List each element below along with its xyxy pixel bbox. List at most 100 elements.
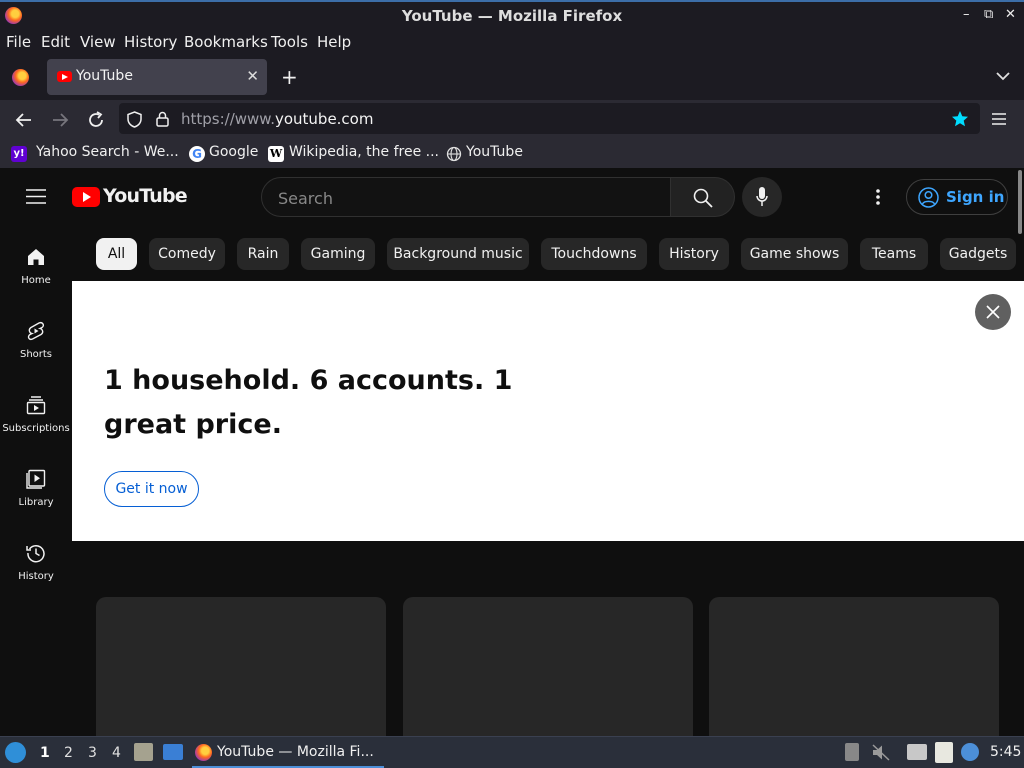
menu-edit[interactable]: Edit [41, 33, 70, 51]
window-titlebar: YouTube — Mozilla Firefox – ⧉ ✕ [0, 0, 1024, 29]
app-menu-icon[interactable] [992, 113, 1006, 125]
sidebar-item-subscriptions[interactable]: Subscriptions [0, 395, 72, 434]
close-tab-icon[interactable]: ✕ [246, 67, 259, 85]
tab-strip: YouTube ✕ + [0, 55, 1024, 100]
globe-icon [446, 146, 462, 162]
chip-comedy[interactable]: Comedy [149, 238, 225, 270]
chip-background-music[interactable]: Background music [387, 238, 529, 270]
clock[interactable]: 5:45 [990, 744, 1021, 760]
network-icon[interactable] [907, 744, 927, 760]
settings-kebab-icon[interactable] [875, 188, 881, 206]
sidebar-label-shorts: Shorts [19, 349, 53, 360]
list-tabs-chevron-icon[interactable] [996, 72, 1010, 81]
new-tab-icon[interactable]: + [281, 65, 298, 89]
workspace-1[interactable]: 1 [40, 745, 50, 761]
file-manager-icon[interactable] [134, 743, 153, 761]
show-desktop-icon[interactable] [163, 744, 183, 760]
google-favicon-icon: G [189, 146, 205, 162]
subscriptions-icon [26, 396, 46, 415]
url-bar[interactable]: https://www.youtube.com [119, 103, 980, 134]
task-firefox-window[interactable]: YouTube — Mozilla Fi... [192, 739, 384, 768]
chip-all[interactable]: All [96, 238, 137, 270]
back-icon[interactable] [15, 112, 33, 128]
menu-help[interactable]: Help [317, 33, 351, 51]
guide-menu-icon[interactable] [26, 189, 46, 204]
sidebar-label-subscriptions: Subscriptions [2, 423, 70, 434]
search-icon [693, 188, 713, 208]
bookmark-wikipedia[interactable]: Wikipedia, the free ... [289, 144, 439, 160]
sidebar-item-shorts[interactable]: Shorts [0, 321, 72, 360]
menu-view[interactable]: View [80, 33, 116, 51]
youtube-logo-icon[interactable] [72, 187, 100, 207]
workspace-3[interactable]: 3 [88, 745, 97, 761]
bookmark-youtube[interactable]: YouTube [466, 144, 523, 160]
video-thumbnail-placeholder[interactable] [96, 597, 386, 736]
task-title: YouTube — Mozilla Fi... [217, 744, 374, 760]
menu-history[interactable]: History [124, 33, 177, 51]
chip-touchdowns[interactable]: Touchdowns [541, 238, 647, 270]
sidebar-label-library: Library [18, 497, 54, 508]
clipboard-icon[interactable] [935, 742, 953, 763]
start-menu-icon[interactable] [5, 742, 26, 763]
workspace-4[interactable]: 4 [112, 745, 121, 761]
history-icon [26, 544, 45, 563]
library-icon [26, 469, 46, 489]
sidebar-item-library[interactable]: Library [0, 469, 72, 508]
search-button[interactable] [671, 177, 735, 217]
wikipedia-favicon-icon: W [268, 146, 284, 162]
volume-muted-icon[interactable] [872, 744, 890, 761]
chip-rain[interactable]: Rain [237, 238, 289, 270]
notification-icon[interactable] [961, 743, 979, 761]
banner-close-button[interactable] [975, 294, 1011, 330]
sign-in-label: Sign in [946, 188, 1005, 206]
sign-in-button[interactable]: Sign in [906, 179, 1008, 215]
sidebar-item-history[interactable]: History [0, 543, 72, 582]
tracking-shield-icon[interactable] [127, 111, 142, 128]
tab-title: YouTube [76, 68, 133, 84]
forward-icon[interactable] [51, 112, 69, 128]
chip-gadgets[interactable]: Gadgets [940, 238, 1016, 270]
chip-game-shows[interactable]: Game shows [741, 238, 848, 270]
video-thumbnail-placeholder[interactable] [403, 597, 693, 736]
chip-history[interactable]: History [659, 238, 729, 270]
url-prefix: https://www. [181, 110, 275, 128]
close-icon [986, 305, 1000, 319]
lock-icon[interactable] [156, 111, 169, 127]
youtube-logo-text[interactable]: YouTube [103, 185, 188, 207]
reload-icon[interactable] [87, 111, 105, 129]
restore-icon[interactable]: ⧉ [984, 7, 993, 22]
promo-banner: 1 household. 6 accounts. 1 great price. … [72, 281, 1024, 541]
sidebar-item-home[interactable]: Home [0, 247, 72, 286]
minimize-icon[interactable]: – [963, 7, 970, 22]
window-title: YouTube — Mozilla Firefox [401, 7, 623, 25]
bookmarks-toolbar: Yahoo Search - We... Google Wikipedia, t… [0, 140, 1024, 168]
bookmark-google[interactable]: Google [209, 144, 258, 160]
tab-youtube[interactable]: YouTube ✕ [47, 59, 267, 95]
firefox-task-icon [195, 744, 212, 761]
navigation-toolbar: https://www.youtube.com [0, 100, 1024, 140]
taskbar: 1 2 3 4 YouTube — Mozilla Fi... 5:45 [0, 736, 1024, 768]
banner-headline: 1 household. 6 accounts. 1 great price. [104, 365, 513, 440]
menu-bar: File Edit View History Bookmarks Tools H… [0, 29, 1024, 55]
get-it-now-button[interactable]: Get it now [104, 471, 199, 507]
workspace-2[interactable]: 2 [64, 745, 73, 761]
menu-file[interactable]: File [6, 33, 31, 51]
url-host: youtube.com [274, 110, 374, 128]
page-scrollbar[interactable] [1018, 170, 1022, 234]
video-thumbnail-placeholder[interactable] [709, 597, 999, 736]
tray-upload-icon[interactable] [845, 743, 859, 761]
search-input[interactable]: Search [261, 177, 671, 217]
firefox-view-icon[interactable] [12, 69, 29, 86]
sidebar-label-history: History [18, 571, 54, 582]
search-placeholder: Search [278, 189, 333, 208]
bookmark-yahoo[interactable]: Yahoo Search - We... [36, 144, 179, 160]
microphone-icon [756, 187, 768, 206]
bookmark-star-icon[interactable] [951, 110, 969, 128]
voice-search-button[interactable] [742, 177, 782, 217]
youtube-page: YouTube Search Sign in All Comedy Rain G… [0, 168, 1024, 736]
chip-gaming[interactable]: Gaming [301, 238, 375, 270]
close-window-icon[interactable]: ✕ [1005, 7, 1016, 22]
menu-tools[interactable]: Tools [271, 33, 308, 51]
chip-teams[interactable]: Teams [860, 238, 928, 270]
menu-bookmarks[interactable]: Bookmarks [184, 33, 268, 51]
